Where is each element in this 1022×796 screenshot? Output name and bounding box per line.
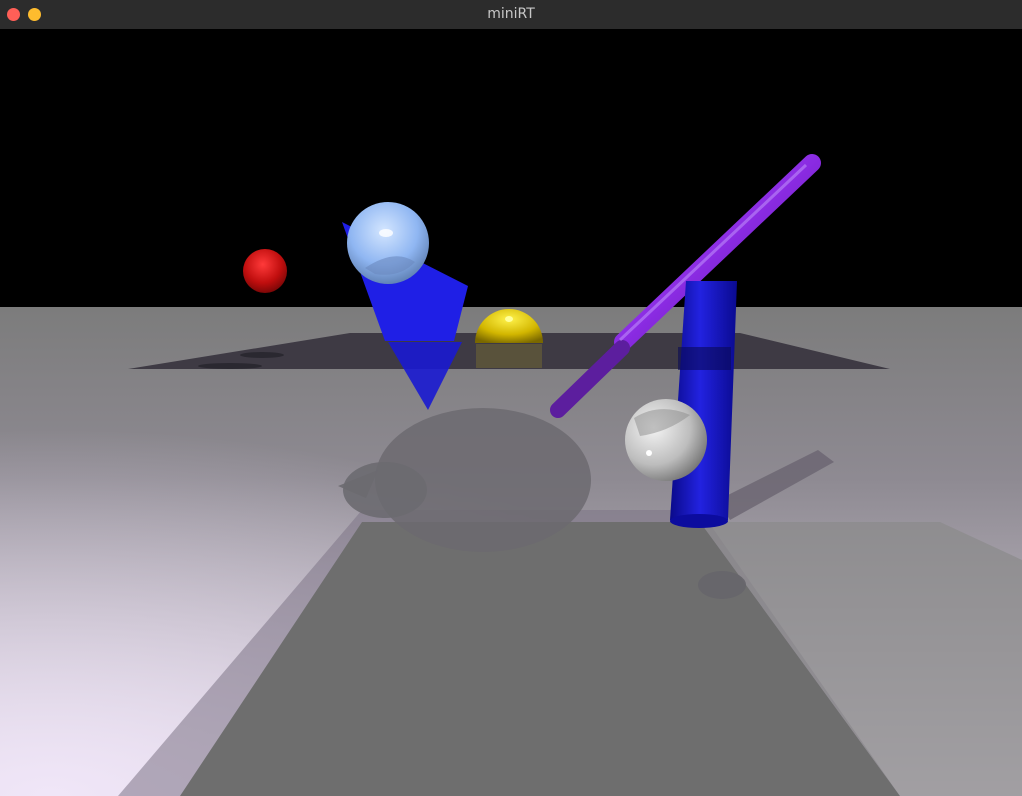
sky-background xyxy=(0,29,1022,307)
title-bar[interactable]: miniRT xyxy=(0,0,1022,30)
minirt-window: miniRT xyxy=(0,0,1022,796)
render-viewport xyxy=(0,29,1022,796)
rendered-scene xyxy=(0,29,1022,796)
red-sphere xyxy=(243,249,287,293)
white-sphere xyxy=(625,399,707,481)
light-blue-sphere xyxy=(347,202,429,284)
window-title: miniRT xyxy=(487,6,535,22)
